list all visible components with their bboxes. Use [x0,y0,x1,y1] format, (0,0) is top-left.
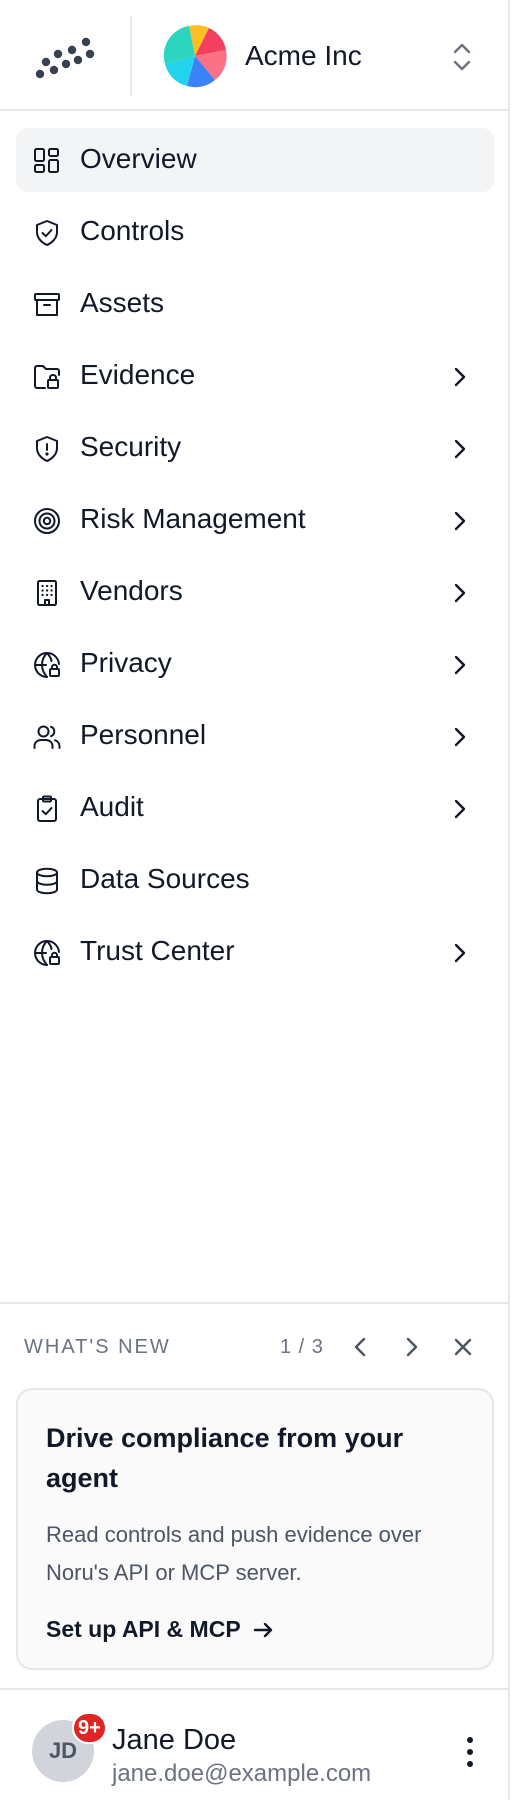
whats-new-title: WHAT'S NEW [24,1336,171,1358]
chevron-right-icon [450,654,470,676]
nav-item-label: Risk Management [80,503,306,534]
nav-item-audit[interactable]: Audit [16,776,494,840]
chevron-up-down-icon [450,40,474,74]
nav-item-label: Trust Center [80,935,235,966]
nav-item-overview[interactable]: Overview [16,128,494,192]
globe-lock-icon [32,938,62,968]
nav-item-label: Privacy [80,647,172,678]
chevron-right-icon [450,942,470,964]
nav-item-data-sources[interactable]: Data Sources [16,848,494,912]
nav-item-evidence[interactable]: Evidence [16,344,494,408]
chevron-right-icon [450,510,470,532]
whats-new-card: Drive compliance from your agent Read co… [16,1388,494,1670]
chevron-right-icon [450,366,470,388]
building-icon [32,578,62,608]
notification-badge: 9+ [72,1712,107,1744]
nav-item-trust-center[interactable]: Trust Center [16,920,494,984]
shield-alert-icon [32,434,62,464]
layout-grid-icon [32,146,62,176]
chevron-right-icon [450,798,470,820]
noru-dots-logo-icon[interactable] [30,28,100,84]
folder-lock-icon [32,362,62,392]
sidebar: Acme Inc Overview Controls Assets Eviden… [0,0,510,1800]
main-nav: Overview Controls Assets Evidence Securi… [16,128,494,992]
pinwheel-logo-icon [160,21,230,91]
globe-lock-icon [32,650,62,680]
users-icon [32,722,62,752]
chevron-right-icon[interactable] [396,1332,426,1362]
user-footer[interactable]: JD 9+ Jane Doe jane.doe@example.com [0,1688,510,1800]
target-icon [32,506,62,536]
whats-new-panel: WHAT'S NEW 1 / 3 Drive compliance from y… [0,1302,510,1688]
nav-item-assets[interactable]: Assets [16,272,494,336]
setup-api-mcp-label: Set up API & MCP [46,1616,241,1642]
sidebar-header: Acme Inc [0,0,510,111]
setup-api-mcp-link[interactable]: Set up API & MCP [46,1616,275,1643]
nav-item-privacy[interactable]: Privacy [16,632,494,696]
more-vertical-icon[interactable] [460,1734,480,1770]
chevron-right-icon [450,726,470,748]
nav-item-label: Vendors [80,575,183,606]
nav-item-label: Data Sources [80,863,250,894]
chevron-right-icon [450,438,470,460]
nav-item-label: Assets [80,287,165,318]
nav-item-label: Personnel [80,719,207,750]
header-divider [130,16,132,96]
nav-item-label: Evidence [80,359,196,390]
clipboard-check-icon [32,794,62,824]
nav-item-label: Controls [80,215,185,246]
chevron-right-icon [450,582,470,604]
nav-item-personnel[interactable]: Personnel [16,704,494,768]
close-icon[interactable] [448,1332,478,1362]
org-name: Acme Inc [245,40,362,71]
nav-item-vendors[interactable]: Vendors [16,560,494,624]
nav-item-label: Audit [80,791,144,822]
user-name: Jane Doe [112,1724,237,1756]
whats-new-body: Read controls and push evidence over Nor… [46,1522,422,1585]
shield-check-icon [32,218,62,248]
arrow-right-icon [251,1618,275,1642]
whats-new-page-indicator: 1 / 3 [280,1336,324,1358]
org-switcher-button[interactable]: Acme Inc [150,14,490,98]
nav-item-label: Overview [80,143,197,174]
nav-item-security[interactable]: Security [16,416,494,480]
whats-new-heading: Drive compliance from your agent [46,1423,404,1493]
avatar-initials: JD [48,1738,78,1763]
chevron-left-icon[interactable] [346,1332,376,1362]
nav-item-risk-management[interactable]: Risk Management [16,488,494,552]
user-email: jane.doe@example.com [112,1760,372,1787]
database-icon [32,866,62,896]
archive-box-icon [32,290,62,320]
nav-item-controls[interactable]: Controls [16,200,494,264]
nav-item-label: Security [80,431,182,462]
